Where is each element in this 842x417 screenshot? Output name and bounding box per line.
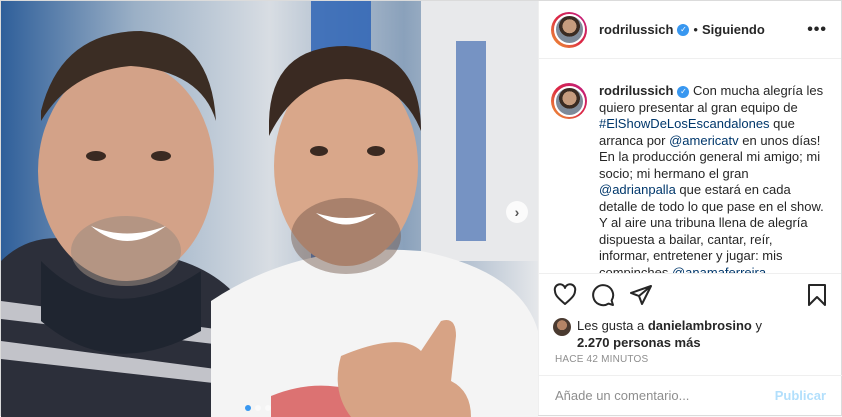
liker-username[interactable]: danielambrosino <box>648 318 752 333</box>
carousel-dot <box>245 405 251 411</box>
heart-icon[interactable] <box>553 283 577 307</box>
action-bar <box>553 283 829 307</box>
liker-avatar[interactable] <box>553 318 571 336</box>
comment-icon[interactable] <box>591 283 615 307</box>
separator-dot: • <box>693 22 698 37</box>
caption-text: rodrilussich ✓ Con mucha alegría les quie… <box>599 83 825 273</box>
username-link[interactable]: rodrilussich <box>599 22 673 37</box>
post-header: rodrilussich ✓ • Siguiendo ••• <box>539 1 841 59</box>
carousel-dots <box>245 405 271 411</box>
next-photo-button[interactable]: › <box>506 201 528 223</box>
avatar-image <box>553 14 585 45</box>
caption-section: rodrilussich ✓ Con mucha alegría les quie… <box>539 59 841 274</box>
likes-middle: y <box>751 318 762 333</box>
likes-count[interactable]: 2.270 personas más <box>577 335 701 350</box>
mention-link[interactable]: @americatv <box>669 133 739 148</box>
following-button[interactable]: Siguiendo <box>702 22 765 37</box>
hashtag-link[interactable]: #ElShowDeLosEscandalones <box>599 116 770 131</box>
publish-button[interactable]: Publicar <box>775 388 826 403</box>
selfie-image <box>1 1 538 417</box>
post-sidebar: rodrilussich ✓ • Siguiendo ••• rodriluss… <box>538 1 842 415</box>
likes-prefix: Les gusta a <box>577 318 648 333</box>
verified-badge-icon: ✓ <box>677 86 690 98</box>
carousel-dot <box>265 405 271 411</box>
caption-username[interactable]: rodrilussich <box>599 83 673 98</box>
more-options-icon[interactable]: ••• <box>807 21 827 39</box>
instagram-post: › rodrilussich ✓ • Siguiendo ••• rodrilu… <box>0 0 842 417</box>
avatar-image <box>553 85 585 117</box>
mention-link[interactable]: @adrianpalla <box>599 182 676 197</box>
likes-summary: Les gusta a danielambrosino y 2.270 pers… <box>553 317 762 351</box>
bookmark-icon[interactable] <box>805 283 829 307</box>
post-photo[interactable]: › <box>1 1 538 417</box>
likes-text: Les gusta a danielambrosino y 2.270 pers… <box>577 317 762 351</box>
share-icon[interactable] <box>629 283 653 307</box>
comment-bar: Publicar <box>539 375 842 415</box>
profile-avatar[interactable] <box>551 11 587 48</box>
mention-link[interactable]: @anamaferreira <box>672 265 766 274</box>
comment-input[interactable] <box>555 388 775 403</box>
carousel-dot <box>255 405 261 411</box>
verified-badge-icon: ✓ <box>677 23 690 36</box>
post-timestamp[interactable]: HACE 42 MINUTOS <box>555 354 648 365</box>
caption-avatar[interactable] <box>551 83 587 119</box>
